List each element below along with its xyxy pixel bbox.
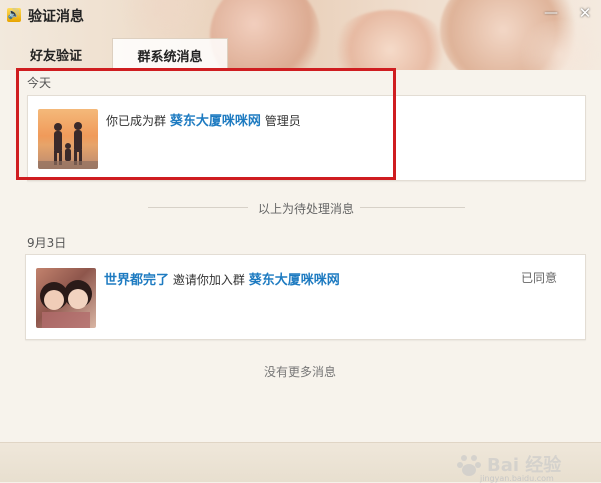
speaker-icon: 🔊 <box>7 8 21 22</box>
window-title: 验证消息 <box>28 9 84 25</box>
divider-line <box>148 207 248 208</box>
user-avatar[interactable] <box>36 268 96 328</box>
children-photo-icon <box>40 280 92 328</box>
message-action: 邀请你加入群 <box>172 273 245 287</box>
tab-friend-verification[interactable]: 好友验证 <box>0 38 112 70</box>
status-badge: 已同意 <box>520 271 557 285</box>
tab-bar: 好友验证 群系统消息 <box>0 34 228 70</box>
close-button[interactable]: ✕ <box>574 4 596 22</box>
message-text: 世界都完了 邀请你加入群 葵东大厦咪咪网 <box>104 269 340 288</box>
paw-icon <box>457 455 481 476</box>
group-name-link[interactable]: 葵东大厦咪咪网 <box>249 273 340 288</box>
date-label-sep3: 9月3日 <box>27 236 67 250</box>
pending-divider-text: 以上为待处理消息 <box>258 202 355 216</box>
footer-bar: Bai 经验 jingyan.baidu.com <box>0 442 601 483</box>
minimize-button[interactable]: — <box>540 4 562 22</box>
no-more-messages-text: 没有更多消息 <box>264 365 337 379</box>
tab-group-system-messages[interactable]: 群系统消息 <box>112 38 228 70</box>
header-background: 🔊 验证消息 — ✕ 好友验证 群系统消息 <box>0 0 601 71</box>
highlight-box <box>16 68 396 180</box>
message-card[interactable]: 世界都完了 邀请你加入群 葵东大厦咪咪网 已同意 <box>25 254 586 340</box>
divider-line <box>360 207 465 208</box>
title-bar[interactable]: 🔊 验证消息 — ✕ <box>0 0 601 30</box>
watermark-url: jingyan.baidu.com <box>480 474 554 483</box>
user-name-link[interactable]: 世界都完了 <box>104 273 169 288</box>
message-list: 今天 你已成为群 葵东大厦咪咪网 管理员 以上为待处理消息 9月3日 世界都完了… <box>0 68 601 442</box>
